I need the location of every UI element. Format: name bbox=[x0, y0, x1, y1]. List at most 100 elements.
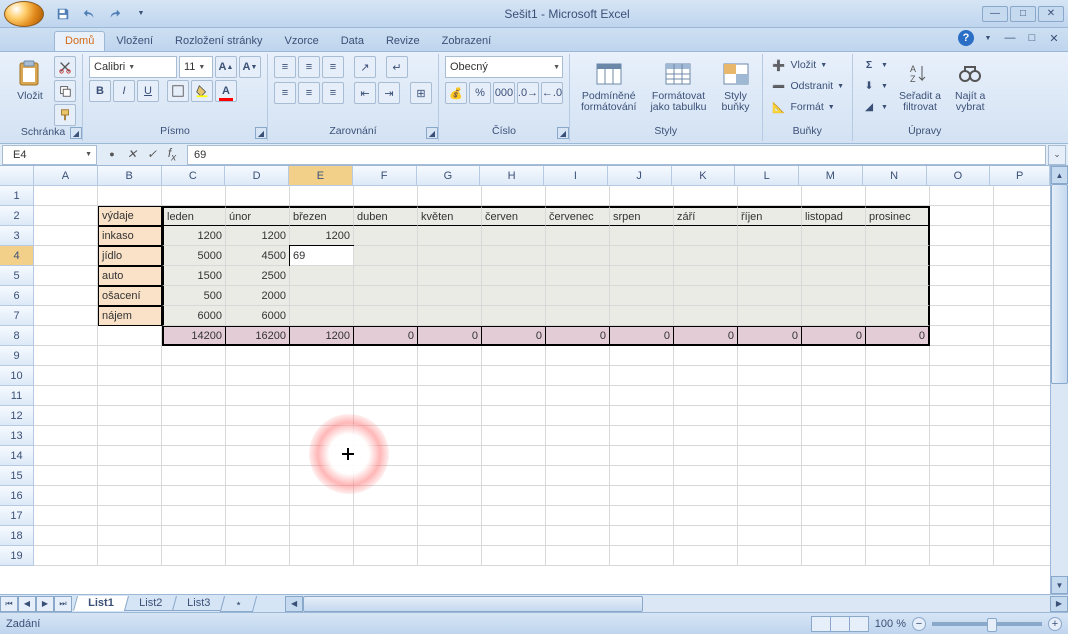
cell[interactable] bbox=[418, 466, 482, 486]
cell[interactable] bbox=[98, 526, 162, 546]
cell[interactable] bbox=[418, 426, 482, 446]
cell[interactable]: srpen bbox=[610, 206, 674, 226]
cell[interactable] bbox=[482, 526, 546, 546]
cell[interactable] bbox=[994, 186, 1050, 206]
cell[interactable] bbox=[610, 186, 674, 206]
cell[interactable]: září bbox=[674, 206, 738, 226]
column-header[interactable]: J bbox=[608, 166, 672, 186]
cell[interactable] bbox=[290, 506, 354, 526]
column-header[interactable]: L bbox=[735, 166, 799, 186]
font-family-combo[interactable]: Calibri▼ bbox=[89, 56, 177, 78]
cell[interactable] bbox=[290, 386, 354, 406]
zoom-out-button[interactable]: − bbox=[912, 617, 926, 631]
cell[interactable] bbox=[482, 366, 546, 386]
cell[interactable]: auto bbox=[98, 266, 162, 286]
cell[interactable] bbox=[290, 346, 354, 366]
page-layout-view-button[interactable] bbox=[830, 616, 850, 632]
cell[interactable] bbox=[802, 426, 866, 446]
cell[interactable] bbox=[34, 446, 98, 466]
cell[interactable] bbox=[866, 446, 930, 466]
cell[interactable] bbox=[418, 386, 482, 406]
cell[interactable] bbox=[674, 526, 738, 546]
cell[interactable] bbox=[994, 226, 1050, 246]
cell[interactable] bbox=[418, 246, 482, 266]
format-cells-button[interactable]: 📐Formát ▼ bbox=[769, 98, 847, 116]
cell[interactable] bbox=[738, 246, 802, 266]
sheet-tab[interactable]: List1 bbox=[73, 596, 129, 611]
cell[interactable]: 0 bbox=[738, 326, 802, 346]
vscroll-thumb[interactable] bbox=[1051, 184, 1068, 384]
row-header[interactable]: 1 bbox=[0, 186, 34, 206]
cell[interactable] bbox=[226, 426, 290, 446]
copy-button[interactable] bbox=[54, 80, 76, 102]
sheet-tab[interactable]: List2 bbox=[124, 596, 177, 611]
cell[interactable] bbox=[354, 226, 418, 246]
thousands-button[interactable]: 000 bbox=[493, 82, 515, 104]
cell[interactable] bbox=[354, 246, 418, 266]
cell[interactable] bbox=[482, 266, 546, 286]
cell-styles-button[interactable]: Styly buňky bbox=[716, 56, 756, 116]
alignment-dialog-icon[interactable]: ◢ bbox=[426, 127, 438, 139]
row-header[interactable]: 10 bbox=[0, 366, 34, 386]
cell[interactable] bbox=[610, 506, 674, 526]
cell[interactable] bbox=[34, 406, 98, 426]
redo-icon[interactable] bbox=[104, 4, 126, 24]
cell[interactable] bbox=[802, 346, 866, 366]
cell[interactable] bbox=[674, 466, 738, 486]
cell[interactable]: prosinec bbox=[866, 206, 930, 226]
cell[interactable] bbox=[674, 446, 738, 466]
number-format-combo[interactable]: Obecný▼ bbox=[445, 56, 563, 78]
italic-button[interactable]: I bbox=[113, 80, 135, 102]
cell[interactable] bbox=[994, 506, 1050, 526]
column-header[interactable]: F bbox=[353, 166, 417, 186]
cell[interactable] bbox=[226, 446, 290, 466]
format-as-table-button[interactable]: Formátovat jako tabulku bbox=[645, 56, 711, 116]
cell[interactable] bbox=[34, 186, 98, 206]
cell[interactable]: 1200 bbox=[290, 326, 354, 346]
cell[interactable] bbox=[802, 286, 866, 306]
cell[interactable] bbox=[674, 306, 738, 326]
cell[interactable]: 0 bbox=[418, 326, 482, 346]
cell[interactable] bbox=[930, 346, 994, 366]
cell[interactable] bbox=[802, 266, 866, 286]
cell[interactable] bbox=[866, 506, 930, 526]
cell[interactable] bbox=[738, 406, 802, 426]
cell[interactable] bbox=[418, 186, 482, 206]
cell[interactable] bbox=[930, 406, 994, 426]
column-header[interactable]: G bbox=[417, 166, 481, 186]
cell[interactable] bbox=[866, 226, 930, 246]
cell[interactable] bbox=[610, 446, 674, 466]
decrease-decimal-button[interactable]: ←.0 bbox=[541, 82, 563, 104]
cell[interactable] bbox=[866, 406, 930, 426]
scroll-left-button[interactable]: ◀ bbox=[285, 596, 303, 612]
cell[interactable] bbox=[418, 366, 482, 386]
cell[interactable] bbox=[674, 386, 738, 406]
align-middle-button[interactable]: ≡ bbox=[298, 56, 320, 78]
close-button[interactable]: ✕ bbox=[1038, 6, 1064, 22]
cell[interactable]: 6000 bbox=[226, 306, 290, 326]
cell[interactable] bbox=[162, 386, 226, 406]
cell[interactable] bbox=[418, 266, 482, 286]
cell[interactable]: výdaje bbox=[98, 206, 162, 226]
cell[interactable] bbox=[994, 246, 1050, 266]
cell[interactable] bbox=[994, 386, 1050, 406]
cell[interactable] bbox=[354, 366, 418, 386]
column-header[interactable]: K bbox=[672, 166, 736, 186]
clipboard-dialog-icon[interactable]: ◢ bbox=[70, 127, 82, 139]
new-sheet-button[interactable]: ⋆ bbox=[220, 596, 257, 612]
cell[interactable] bbox=[738, 446, 802, 466]
cell[interactable] bbox=[610, 466, 674, 486]
cell[interactable] bbox=[610, 486, 674, 506]
cell[interactable] bbox=[418, 486, 482, 506]
decrease-indent-button[interactable]: ⇤ bbox=[354, 82, 376, 104]
cell[interactable] bbox=[162, 366, 226, 386]
cell[interactable] bbox=[802, 386, 866, 406]
cell[interactable] bbox=[226, 506, 290, 526]
ribbon-tab-vzorce[interactable]: Vzorce bbox=[273, 31, 329, 51]
cell[interactable] bbox=[610, 306, 674, 326]
cell[interactable]: červenec bbox=[546, 206, 610, 226]
cell[interactable] bbox=[930, 446, 994, 466]
cell[interactable] bbox=[610, 266, 674, 286]
cell[interactable]: květen bbox=[418, 206, 482, 226]
inner-restore-button[interactable]: □ bbox=[1024, 30, 1040, 46]
